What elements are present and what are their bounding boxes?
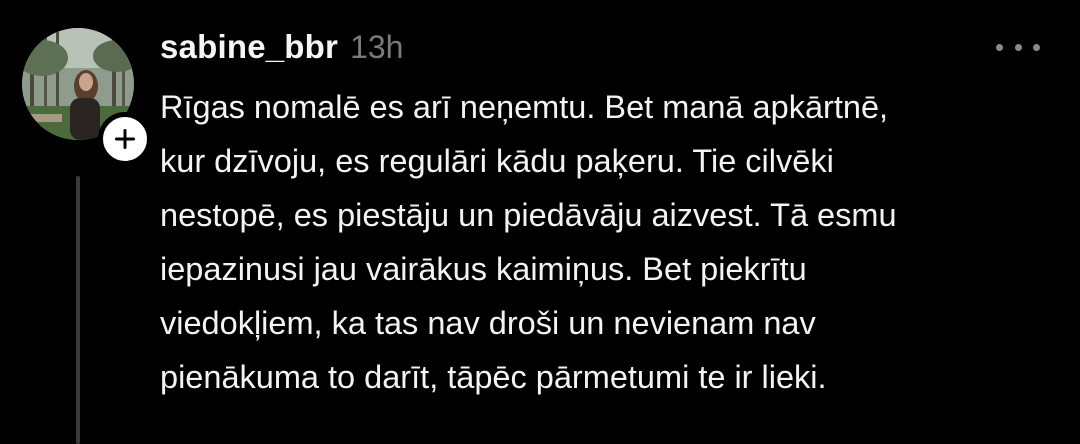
more-options-button[interactable] (996, 34, 1040, 60)
more-horizontal-icon (996, 43, 1003, 51)
post-body-line: pienākuma to darīt, tāpēc pārmetumi te i… (160, 359, 827, 395)
thread-post: sabine_bbr 13h Rīgas nomalē es arī neņem… (0, 0, 1080, 444)
follow-button[interactable] (98, 112, 152, 166)
avatar-container (22, 28, 152, 166)
plus-icon (115, 129, 135, 149)
more-icon-dot (1014, 43, 1022, 51)
thread-line (76, 176, 80, 444)
post-body-line: nestopē, es piestāju un piedāvāju aizves… (160, 197, 897, 233)
username[interactable]: sabine_bbr (160, 28, 338, 66)
more-icon-dot (1033, 43, 1040, 51)
post-body-line: iepazinusi jau vairākus kaimiņus. Bet pi… (160, 251, 807, 287)
post-body: Rīgas nomalē es arī neņemtu. Bet manā ap… (160, 80, 1050, 404)
post-body-line: Rīgas nomalē es arī neņemtu. Bet manā ap… (160, 89, 889, 125)
post-body-line: kur dzīvoju, es regulāri kādu paķeru. Ti… (160, 143, 834, 179)
timestamp: 13h (350, 29, 404, 65)
post-body-line: viedokļiem, ka tas nav droši un nevienam… (160, 305, 816, 341)
post-header: sabine_bbr 13h (160, 28, 403, 72)
